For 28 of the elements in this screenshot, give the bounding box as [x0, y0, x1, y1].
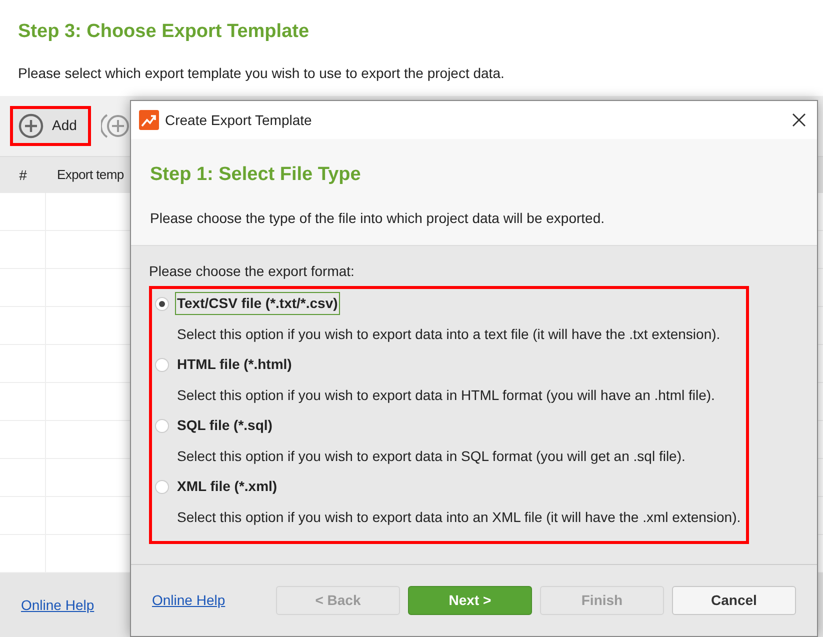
option-label[interactable]: SQL file (*.sql) [175, 414, 274, 437]
close-icon[interactable] [792, 113, 806, 127]
radio-button[interactable] [155, 480, 169, 494]
format-prompt: Please choose the export format: [149, 262, 356, 281]
column-header: Export temp [56, 166, 124, 184]
radio-button[interactable] [155, 296, 169, 310]
option-label[interactable]: HTML file (*.html) [175, 353, 294, 376]
option-description: Select this option if you wish to export data in HTML format (you will have an .html file). [176, 386, 716, 405]
add-button[interactable]: Add [10, 106, 91, 146]
step-title: Step 1: Select File Type [150, 163, 362, 187]
dialog-button[interactable]: Cancel [672, 586, 796, 615]
online-help-link[interactable]: Online Help [21, 594, 94, 616]
dialog-title: Create Export Template [165, 110, 312, 130]
radio-button[interactable] [155, 418, 169, 432]
option-description: Select this option if you wish to export data in SQL format (you will get an .sql file). [176, 447, 686, 466]
page-title: Step 3: Choose Export Template [18, 20, 310, 44]
step-description: Please choose the type of the file into which project data will be exported. [150, 208, 606, 228]
column-header: # [18, 166, 28, 185]
option-description: Select this option if you wish to export data into an XML file (it will have the .xml extension). [176, 508, 742, 527]
plus-circle-icon[interactable] [100, 112, 131, 139]
online-help-link[interactable]: Online Help [152, 590, 226, 611]
plus-circle-icon [18, 112, 44, 139]
option-label[interactable]: XML file (*.xml) [175, 475, 280, 498]
radio-button[interactable] [155, 358, 169, 372]
chart-logo-icon [139, 110, 159, 130]
page-description: Please select which export template you wish to use to export the project data. [18, 64, 506, 83]
option-description: Select this option if you wish to export data into a text file (it will have the .txt extension). [176, 325, 722, 344]
option-label[interactable]: Text/CSV file (*.txt/*.csv) [175, 292, 340, 315]
